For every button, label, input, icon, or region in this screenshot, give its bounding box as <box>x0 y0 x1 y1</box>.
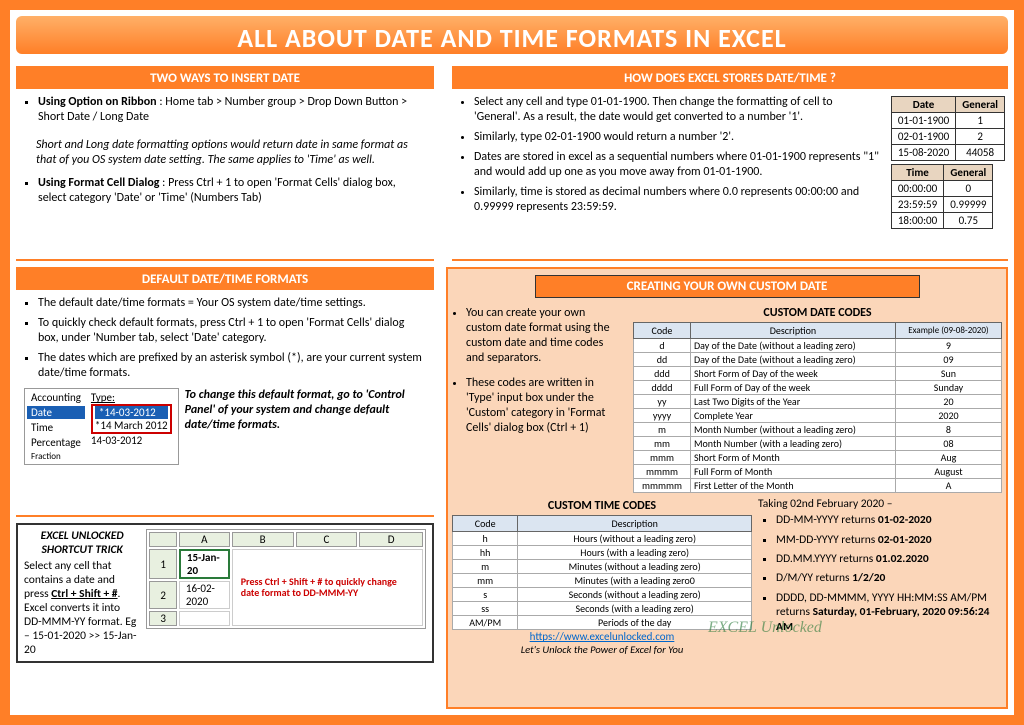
shortcut-trick-box: EXCEL UNLOCKED SHORTCUT TRICK Select any… <box>16 523 434 663</box>
card-default-formats: DEFAULT DATE/TIME FORMATS The default da… <box>16 267 434 517</box>
card-stores: HOW DOES EXCEL STORES DATE/TIME ? DateGe… <box>452 66 1008 261</box>
date-codes-table: CodeDescriptionExample (09-08-2020) dDay… <box>633 322 1002 493</box>
time-codes-table: CodeDescription hHours (without a leadin… <box>452 515 752 630</box>
b2-label: Using Format Cell Dialog <box>38 176 159 190</box>
excel-grid-mock: ABCD 115-Jan-20Press Ctrl + Shift + # to… <box>146 529 426 629</box>
th-date: Date <box>891 97 955 113</box>
card-custom-date: CREATING YOUR OWN CUSTOM DATE You can cr… <box>446 267 1008 709</box>
insert-bullet-1: Using Option on Ribbon : Home tab > Numb… <box>38 95 424 125</box>
insert-note: Short and Long date formatting options w… <box>36 138 420 168</box>
header-insert-date: TWO WAYS TO INSERT DATE <box>16 68 434 89</box>
site-link[interactable]: https://www.excelunlocked.com <box>452 630 752 643</box>
cat-sel: Date <box>27 406 85 419</box>
b1-label: Using Option on Ribbon <box>38 95 157 109</box>
examples-header: Taking 02nd February 2020 – <box>758 497 1002 511</box>
shortcut-key: Ctrl + Shift + # <box>51 587 117 601</box>
header-default: DEFAULT DATE/TIME FORMATS <box>16 269 434 290</box>
insert-bullet-2: Using Format Cell Dialog : Press Ctrl + … <box>38 176 424 206</box>
time-serial-table: TimeGeneral 00:00:000 23:59:590.99999 18… <box>891 164 994 229</box>
th-gen: General <box>956 97 1005 113</box>
ex-2: MM-DD-YYYY returns 02-01-2020 <box>776 533 992 547</box>
shortcut-callout: Press Ctrl + Shift + # to quickly change… <box>239 575 416 600</box>
time-codes-title: CUSTOM TIME CODES <box>452 499 752 513</box>
type-label: Type: <box>91 391 172 404</box>
ex-1: DD-MM-YYYY returns 01-02-2020 <box>776 513 992 527</box>
header-stores: HOW DOES EXCEL STORES DATE/TIME ? <box>452 68 1008 89</box>
shortcut-title: EXCEL UNLOCKED SHORTCUT TRICK <box>24 529 140 557</box>
ex-3: DD.MM.YYYY returns 01.02.2020 <box>776 552 992 566</box>
default-side-note: To change this default format, go to 'Co… <box>185 388 426 433</box>
th-time: Time <box>891 165 943 181</box>
type-sel: *14-03-2012 <box>95 406 168 419</box>
page-title: ALL ABOUT DATE AND TIME FORMATS IN EXCEL <box>16 16 1008 54</box>
header-custom: CREATING YOUR OWN CUSTOM DATE <box>535 275 920 298</box>
custom-intro-1: You can create your own custom date form… <box>466 306 617 366</box>
date-codes-title: CUSTOM DATE CODES <box>633 306 1002 320</box>
tagline: Let's Unlock the Power of Excel for You <box>452 643 752 656</box>
def-b2: To quickly check default formats, press … <box>38 316 424 346</box>
format-cells-dialog-mock: Accounting Type: *14-03-2012 *14 March 2… <box>24 388 179 465</box>
ex-5: DDDD, DD-MMMM, YYYY HH:MM:SS AM/PM retur… <box>776 591 992 634</box>
card-insert-date: TWO WAYS TO INSERT DATE Using Option on … <box>16 66 434 261</box>
def-b1: The default date/time formats = Your OS … <box>38 296 424 311</box>
date-serial-table: DateGeneral 01-01-19001 02-01-19002 15-0… <box>891 96 1005 161</box>
custom-intro-2: These codes are written in 'Type' input … <box>466 376 617 436</box>
th-gen2: General <box>944 165 993 181</box>
def-b3: The dates which are prefixed by an aster… <box>38 351 424 381</box>
ex-4: D/M/YY returns 1/2/20 <box>776 571 992 585</box>
